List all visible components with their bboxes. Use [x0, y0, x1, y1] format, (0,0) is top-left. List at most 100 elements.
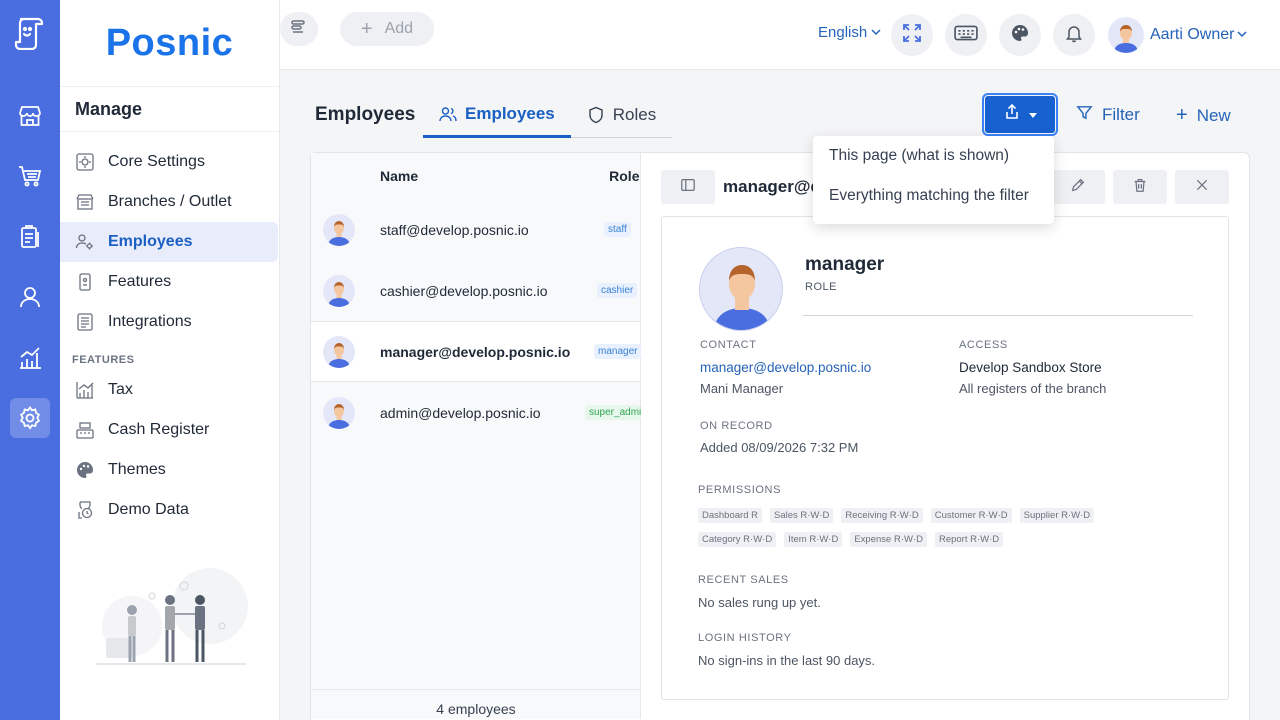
keyboard-button[interactable]: [945, 14, 987, 56]
toggle-panel-button[interactable]: [661, 170, 715, 204]
access-store: Develop Sandbox Store: [959, 360, 1102, 375]
sidebar-item-integrations[interactable]: Integrations: [60, 302, 278, 342]
permission-tag: Report R·W·D: [934, 532, 1004, 547]
column-header-role[interactable]: Role: [609, 168, 639, 184]
employee-name: manager: [805, 254, 885, 275]
role-badge: super_admin: [585, 405, 641, 420]
person-icon[interactable]: [10, 277, 50, 317]
cart-icon[interactable]: [10, 156, 50, 196]
settings-icon[interactable]: [10, 398, 50, 438]
notifications-button[interactable]: [1053, 14, 1095, 56]
topbar: + Add English Aarti Owner: [280, 0, 1280, 70]
tab-label: Employees: [465, 103, 555, 123]
table-row[interactable]: cashier@develop.posnic.io cashier: [311, 260, 640, 321]
sidebar-item-cash-register[interactable]: Cash Register: [60, 410, 278, 450]
sidebar-item-themes[interactable]: Themes: [60, 450, 278, 490]
list-icon: [75, 312, 95, 332]
bell-icon: [1064, 23, 1084, 48]
table-row-selected[interactable]: manager@develop.posnic.io manager: [311, 321, 642, 382]
user-menu[interactable]: Aarti Owner: [1108, 17, 1247, 53]
sidebar-item-tax[interactable]: Tax: [60, 370, 278, 410]
on-record-label: ON RECORD: [700, 420, 773, 432]
brand-logo[interactable]: Posnic: [60, 0, 279, 86]
sidebar-item-features[interactable]: Features: [60, 262, 278, 302]
add-button[interactable]: + Add: [340, 12, 434, 46]
language-label: English: [818, 24, 868, 41]
avatar: [1108, 17, 1144, 53]
recent-sales-label: RECENT SALES: [698, 574, 789, 586]
export-all-matching-option[interactable]: Everything matching the filter: [813, 176, 1054, 216]
sidebar-item-label: Tax: [108, 381, 133, 398]
keyboard-icon: [954, 24, 978, 47]
column-header-name[interactable]: Name: [380, 168, 418, 184]
filter-icon: [1076, 104, 1093, 126]
avatar: [323, 396, 355, 429]
export-this-page-option[interactable]: This page (what is shown): [813, 136, 1054, 176]
sidebar-section-title: Manage: [60, 86, 279, 132]
sidebar-item-label: Features: [108, 273, 172, 290]
chart-icon[interactable]: [10, 338, 50, 378]
theme-button[interactable]: [999, 14, 1041, 56]
permission-tag: Receiving R·W·D: [841, 508, 923, 523]
sidebar-item-label: Integrations: [108, 313, 192, 330]
delete-button[interactable]: [1113, 170, 1167, 204]
add-button-label: Add: [384, 20, 414, 37]
sidebar-item-label: Core Settings: [108, 153, 205, 170]
filter-button-label: Filter: [1102, 105, 1140, 124]
sidebar-item-label: Themes: [108, 461, 166, 478]
menu-toggle-button[interactable]: [280, 12, 318, 46]
login-history-value: No sign-ins in the last 90 days.: [698, 653, 876, 668]
sidebar-item-branches[interactable]: Branches / Outlet: [60, 182, 278, 222]
sidebar-item-label: Branches / Outlet: [108, 193, 232, 210]
avatar: [323, 335, 355, 368]
detail-title: manager@develop.posnic.io: [723, 177, 813, 196]
sidebar-item-demo-data[interactable]: Demo Data: [60, 490, 278, 530]
sidebar-item-label: Demo Data: [108, 501, 189, 518]
fullscreen-button[interactable]: [891, 14, 933, 56]
filter-button[interactable]: Filter: [1076, 104, 1140, 126]
sidebar-panel-icon: [680, 177, 696, 198]
tab-bar: Employees Roles: [423, 92, 673, 138]
share-icon: [1003, 103, 1021, 126]
sidebar-item-employees[interactable]: Employees: [60, 222, 278, 262]
avatar: [323, 213, 355, 246]
sidebar-item-core-settings[interactable]: Core Settings: [60, 142, 278, 182]
language-select[interactable]: English: [818, 24, 881, 41]
features-section-label: FEATURES: [72, 354, 135, 366]
demo-data-icon: [75, 500, 95, 520]
caret-down-icon: [1029, 106, 1037, 124]
contact-label: CONTACT: [700, 339, 757, 351]
permission-tag: Expense R·W·D: [850, 532, 927, 547]
new-button[interactable]: + New: [1176, 104, 1231, 127]
edit-button[interactable]: [1051, 170, 1105, 204]
export-button[interactable]: [982, 93, 1058, 136]
permission-tag: Sales R·W·D: [769, 508, 834, 523]
sidebar-item-label: Employees: [108, 233, 193, 250]
tab-roles[interactable]: Roles: [571, 92, 672, 138]
fullscreen-icon: [902, 23, 922, 48]
avatar: [699, 247, 783, 331]
table-row[interactable]: staff@develop.posnic.io staff: [311, 199, 640, 260]
table-row[interactable]: admin@develop.posnic.io super_admin: [311, 382, 641, 443]
users-icon: [439, 106, 457, 121]
icon-rail: [0, 0, 60, 720]
store-icon[interactable]: [10, 96, 50, 136]
trash-icon: [1132, 177, 1148, 198]
settings-gear-icon: [75, 152, 95, 172]
app-logo-icon[interactable]: [12, 14, 48, 51]
tab-employees[interactable]: Employees: [423, 92, 571, 138]
access-scope: All registers of the branch: [959, 381, 1107, 396]
shield-icon: [589, 106, 603, 124]
contact-email-link[interactable]: manager@develop.posnic.io: [700, 360, 871, 375]
sidebar-item-label: Cash Register: [108, 421, 210, 438]
permission-tag: Category R·W·D: [698, 532, 777, 547]
avatar: [323, 274, 355, 307]
clipboard-icon[interactable]: [10, 217, 50, 257]
plus-icon: +: [360, 17, 373, 40]
users-gear-icon: [75, 232, 95, 252]
close-icon: [1195, 178, 1209, 197]
menu-lines-icon: [290, 18, 308, 41]
new-button-label: New: [1196, 105, 1231, 125]
close-button[interactable]: [1175, 170, 1229, 204]
user-name: Aarti Owner: [1150, 26, 1235, 43]
